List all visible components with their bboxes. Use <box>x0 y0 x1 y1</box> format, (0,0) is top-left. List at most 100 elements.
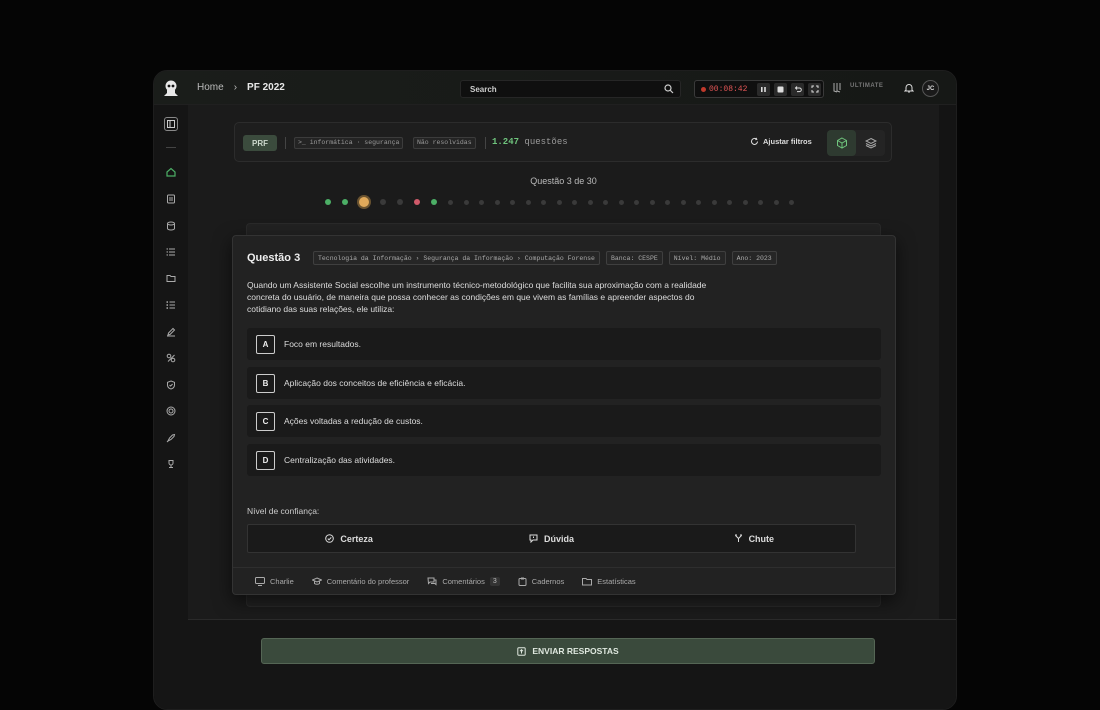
database-icon[interactable] <box>165 220 177 232</box>
progress-dot-18[interactable] <box>603 199 608 205</box>
shield-icon[interactable] <box>165 379 177 391</box>
charlie-label: Charlie <box>270 577 294 586</box>
rocket-icon[interactable] <box>165 432 177 444</box>
progress-dot-16[interactable] <box>572 199 577 205</box>
progress-dot-8[interactable] <box>448 199 453 205</box>
breadcrumb-home[interactable]: Home <box>197 82 224 93</box>
notebooks-label: Cadernos <box>531 577 565 586</box>
progress-dot-24[interactable] <box>696 199 701 205</box>
breadcrumb-current: PF 2022 <box>247 82 285 93</box>
confidence-label-certeza: Certeza <box>340 533 373 544</box>
graduation-cap-icon <box>311 577 322 585</box>
progress-dot-28[interactable] <box>758 199 763 205</box>
monitor-icon <box>255 577 265 586</box>
progress-dot-9[interactable] <box>463 199 469 205</box>
option-text: Aplicação dos conceitos de eficiência e … <box>284 378 466 388</box>
progress-dot-13[interactable] <box>525 199 531 205</box>
search-icon[interactable] <box>664 84 674 94</box>
option-c[interactable]: C Ações voltadas a redução de custos. <box>247 405 881 437</box>
option-a[interactable]: A Foco em resultados. <box>247 328 881 360</box>
option-d[interactable]: D Centralização das atividades. <box>247 444 881 476</box>
org-filter-chip[interactable]: PRF <box>243 135 277 151</box>
undo-button[interactable] <box>791 82 804 96</box>
adjust-filters-button[interactable]: Ajustar filtros <box>750 137 812 146</box>
option-text: Centralização das atividades. <box>284 455 396 465</box>
pen-icon[interactable] <box>165 326 177 338</box>
progress-dot-30[interactable] <box>789 199 794 205</box>
sidebar <box>154 105 188 709</box>
question-tag-board: Banca: CESPE <box>605 251 663 265</box>
submit-answers-button[interactable]: ENVIAR RESPOSTAS <box>261 638 875 664</box>
progress-dot-6[interactable] <box>414 199 420 205</box>
progress-dot-26[interactable] <box>727 199 732 205</box>
progress-dot-27[interactable] <box>742 199 748 205</box>
panel-icon[interactable] <box>164 117 178 131</box>
timer-widget: 00:08:42 <box>694 80 824 98</box>
fullscreen-button[interactable] <box>808 82 821 96</box>
folder-icon <box>582 578 593 586</box>
progress-dot-25[interactable] <box>711 199 717 205</box>
sidebar-divider <box>166 147 176 148</box>
stats-button[interactable]: Estatísticas <box>582 577 636 586</box>
stacked-view-button[interactable] <box>856 130 885 156</box>
note-button[interactable] <box>774 82 787 96</box>
list-icon[interactable] <box>165 246 177 258</box>
progress-dot-10[interactable] <box>479 199 484 205</box>
status-filter-tag[interactable]: Não resolvidas <box>413 137 476 149</box>
question-count-value: 1.247 <box>492 137 520 147</box>
folder-icon[interactable] <box>165 272 177 284</box>
question-counter: Questão 3 de 30 <box>530 176 597 186</box>
note-icon <box>777 86 784 92</box>
progress-dot-20[interactable] <box>634 199 639 205</box>
progress-dot-12[interactable] <box>510 199 515 205</box>
progress-dot-7[interactable] <box>431 199 437 205</box>
confidence-label: Nível de confiança: <box>247 506 320 516</box>
skull-logo-icon[interactable] <box>162 79 180 97</box>
progress-dot-23[interactable] <box>680 199 686 205</box>
confidence-selector: Certeza Dúvida Chute <box>247 524 856 553</box>
adjust-filters-label: Ajustar filtros <box>763 137 812 146</box>
progress-dot-11[interactable] <box>494 199 500 205</box>
option-b[interactable]: B Aplicação dos conceitos de eficiência … <box>247 367 881 399</box>
list-check-icon[interactable] <box>165 299 177 311</box>
document-icon[interactable] <box>165 193 177 205</box>
bell-icon[interactable] <box>904 83 914 93</box>
progress-dot-19[interactable] <box>618 199 624 205</box>
confidence-certeza-button[interactable]: Certeza <box>248 525 450 552</box>
comments-button[interactable]: Comentários 3 <box>427 577 500 586</box>
analytics-icon[interactable] <box>165 352 177 364</box>
question-tag-level: Nível: Médio <box>668 251 726 265</box>
confidence-duvida-button[interactable]: Dúvida <box>450 525 652 552</box>
progress-dot-17[interactable] <box>587 199 593 205</box>
cube-icon <box>836 137 847 149</box>
confidence-label-chute: Chute <box>748 533 775 544</box>
teacher-comment-button[interactable]: Comentário do professor <box>311 577 409 586</box>
topic-filter-tag[interactable]: >_ informática · segurança <box>294 137 404 149</box>
single-view-button[interactable] <box>827 130 856 156</box>
progress-dot-2[interactable] <box>342 199 348 205</box>
breadcrumb: Home › PF 2022 <box>197 82 285 93</box>
progress-dot-22[interactable] <box>665 199 670 205</box>
search-input[interactable]: Search <box>460 80 681 98</box>
progress-dot-21[interactable] <box>649 199 655 205</box>
tier-label: ULTIMATE <box>850 83 884 89</box>
pause-button[interactable] <box>757 82 770 96</box>
progress-dot-14[interactable] <box>541 199 546 205</box>
fullscreen-icon <box>811 85 818 93</box>
notebooks-button[interactable]: Cadernos <box>518 577 565 586</box>
target-icon[interactable] <box>165 405 177 417</box>
progress-dot-3[interactable] <box>359 197 369 207</box>
question-tags: Tecnologia da Informação › Segurança da … <box>313 251 777 265</box>
progress-dot-5[interactable] <box>397 199 403 205</box>
charlie-button[interactable]: Charlie <box>255 577 294 586</box>
progress-dot-15[interactable] <box>556 199 562 205</box>
confidence-chute-button[interactable]: Chute <box>653 525 855 552</box>
top-bar: Home › PF 2022 Search 00:08:42 ULTIMATE … <box>154 71 956 105</box>
trophy-icon[interactable] <box>165 458 177 470</box>
progress-dot-4[interactable] <box>380 199 386 205</box>
timer-value: 00:08:42 <box>709 84 748 94</box>
progress-dot-29[interactable] <box>773 199 779 205</box>
progress-dot-1[interactable] <box>325 199 331 205</box>
home-icon[interactable] <box>165 166 177 178</box>
user-avatar[interactable]: JC <box>922 80 939 97</box>
